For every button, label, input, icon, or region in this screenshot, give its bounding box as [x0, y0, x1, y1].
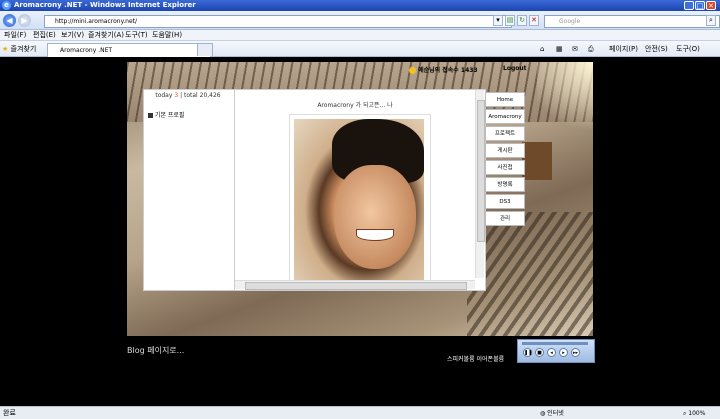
tab-photos[interactable]: 사진첩 [485, 160, 525, 175]
tab-aromacrony[interactable]: Aromacrony [485, 109, 525, 124]
vertical-scrollbar-thumb[interactable] [477, 100, 485, 242]
safety-menu[interactable]: 안전(S) [645, 44, 668, 54]
tab-guestbook[interactable]: 방명록 [485, 177, 525, 192]
back-button[interactable]: ◀ [3, 14, 16, 27]
visitor-count-text: 애순님의 접속수 1433 [418, 67, 478, 74]
page-menu[interactable]: 페이지(P) [609, 44, 638, 54]
main-panel: Aromacrony 가 되고픈... 나 [234, 89, 486, 291]
tab-home[interactable]: Home [485, 92, 525, 107]
menu-favorites[interactable]: 즐겨찾기(A) [88, 30, 124, 41]
smiley-icon [409, 67, 416, 74]
stop-button[interactable]: ■ [535, 348, 544, 357]
address-dropdown-icon[interactable]: ▾ [493, 15, 503, 26]
refresh-icon[interactable]: ↻ [517, 15, 527, 26]
favorites-label: 즐겨찾기 [10, 45, 37, 53]
tab-bar: ★ 즐겨찾기 Aromacrony .NET ⌂ ▦ ✉ ⎙ 페이지(P) 안전… [0, 41, 720, 57]
photo-frame [289, 114, 431, 286]
globe-icon: ◍ [540, 410, 546, 417]
profile-link[interactable]: 기본 프로필 [148, 110, 184, 119]
play-button[interactable]: ▸ [559, 348, 568, 357]
vertical-scrollbar[interactable] [475, 90, 485, 278]
stop-icon[interactable]: ✕ [529, 15, 539, 26]
page-content: 애순님의 접속수 1433 Logout today 3 | total 20,… [0, 57, 720, 406]
volume-labels: 스피커볼륨 이어폰볼륨 [447, 356, 505, 363]
menu-help[interactable]: 도움말(H) [152, 30, 182, 41]
menu-view[interactable]: 보기(V) [61, 30, 84, 41]
security-zone-label: 인터넷 [547, 410, 564, 417]
horizontal-scrollbar-thumb[interactable] [245, 282, 467, 290]
previous-button[interactable]: ◂ [547, 348, 556, 357]
horizontal-scrollbar[interactable] [235, 280, 475, 290]
counter-today-label: today [155, 92, 173, 99]
profile-photo [294, 119, 424, 285]
profile-link-label: 기본 프로필 [154, 112, 185, 119]
zoom-level: 100% [688, 410, 706, 417]
minimize-button[interactable]: _ [684, 1, 694, 10]
status-text: 완료 [3, 409, 16, 417]
menu-bar: 파일(F) 편집(E) 보기(V) 즐겨찾기(A) 도구(T) 도움말(H) [0, 30, 720, 41]
close-button[interactable]: ✕ [706, 1, 716, 10]
counter-total: | total 20,426 [180, 92, 221, 99]
visit-counter: today 3 | total 20,426 [144, 92, 232, 99]
tab-admin[interactable]: 관리 [485, 211, 525, 226]
zoom-control[interactable]: ⌕ 100% [683, 408, 705, 419]
menu-file[interactable]: 파일(F) [4, 30, 26, 41]
search-input[interactable]: Google [544, 15, 720, 28]
blog-link[interactable]: Blog 페이지로... [127, 345, 184, 356]
print-icon[interactable]: ⎙ [588, 44, 594, 54]
next-button[interactable]: ▸▸ [571, 348, 580, 357]
checkbox-icon [148, 113, 153, 118]
new-tab-button[interactable] [197, 43, 213, 56]
bench-decoration [522, 142, 552, 180]
window-title: Aromacrony .NET - Windows Internet Explo… [14, 1, 196, 9]
tools-menu[interactable]: 도구(O) [676, 44, 700, 54]
address-toolbar: ◀ ▶ http://mini.aromacrony.net/ ▾ ▤ ↻ ✕ … [0, 11, 720, 30]
mail-icon[interactable]: ✉ [572, 44, 578, 54]
star-icon: ★ [2, 45, 9, 53]
home-icon[interactable]: ⌂ [540, 44, 544, 54]
sun-glow-decoration [537, 62, 593, 142]
compat-view-icon[interactable]: ▤ [505, 15, 515, 26]
ie-icon: e [2, 1, 11, 10]
status-bar: 완료 ◍ 인터넷 ⌕ 100% [0, 406, 720, 419]
security-zone: ◍ 인터넷 [540, 408, 564, 419]
menu-tools[interactable]: 도구(T) [125, 30, 148, 41]
minihome-menu: Home Aromacrony 프로젝트 게시판 사진첩 방명록 DS3 관리 [485, 92, 525, 228]
left-panel: today 3 | total 20,426 기본 프로필 [143, 89, 235, 291]
browser-tab[interactable]: Aromacrony .NET [47, 43, 211, 57]
tab-ds3[interactable]: DS3 [485, 194, 525, 209]
tab-board[interactable]: 게시판 [485, 143, 525, 158]
pause-button[interactable]: ❚❚ [523, 348, 532, 357]
photo-smile [356, 229, 394, 241]
search-icon[interactable]: ⌕ [706, 15, 716, 26]
visitor-count: 애순님의 접속수 1433 [409, 65, 478, 74]
favorites-button[interactable]: ★ 즐겨찾기 [2, 44, 36, 54]
media-player: ❚❚ ■ ◂ ▸ ▸▸ [517, 339, 595, 363]
player-progress-bar[interactable] [522, 342, 588, 345]
photo-face [334, 165, 416, 269]
window-titlebar: e Aromacrony .NET - Windows Internet Exp… [0, 0, 720, 11]
menu-edit[interactable]: 편집(E) [33, 30, 56, 41]
counter-today-value: 3 [174, 92, 179, 99]
tab-project[interactable]: 프로젝트 [485, 126, 525, 141]
maximize-button[interactable]: □ [695, 1, 705, 10]
main-title: Aromacrony 가 되고픈... 나 [317, 102, 393, 109]
forward-button[interactable]: ▶ [18, 14, 31, 27]
magnifier-icon: ⌕ [683, 410, 687, 417]
feeds-icon[interactable]: ▦ [556, 44, 563, 54]
logout-link[interactable]: Logout [503, 65, 527, 72]
address-input[interactable]: http://mini.aromacrony.net/ [44, 15, 512, 28]
